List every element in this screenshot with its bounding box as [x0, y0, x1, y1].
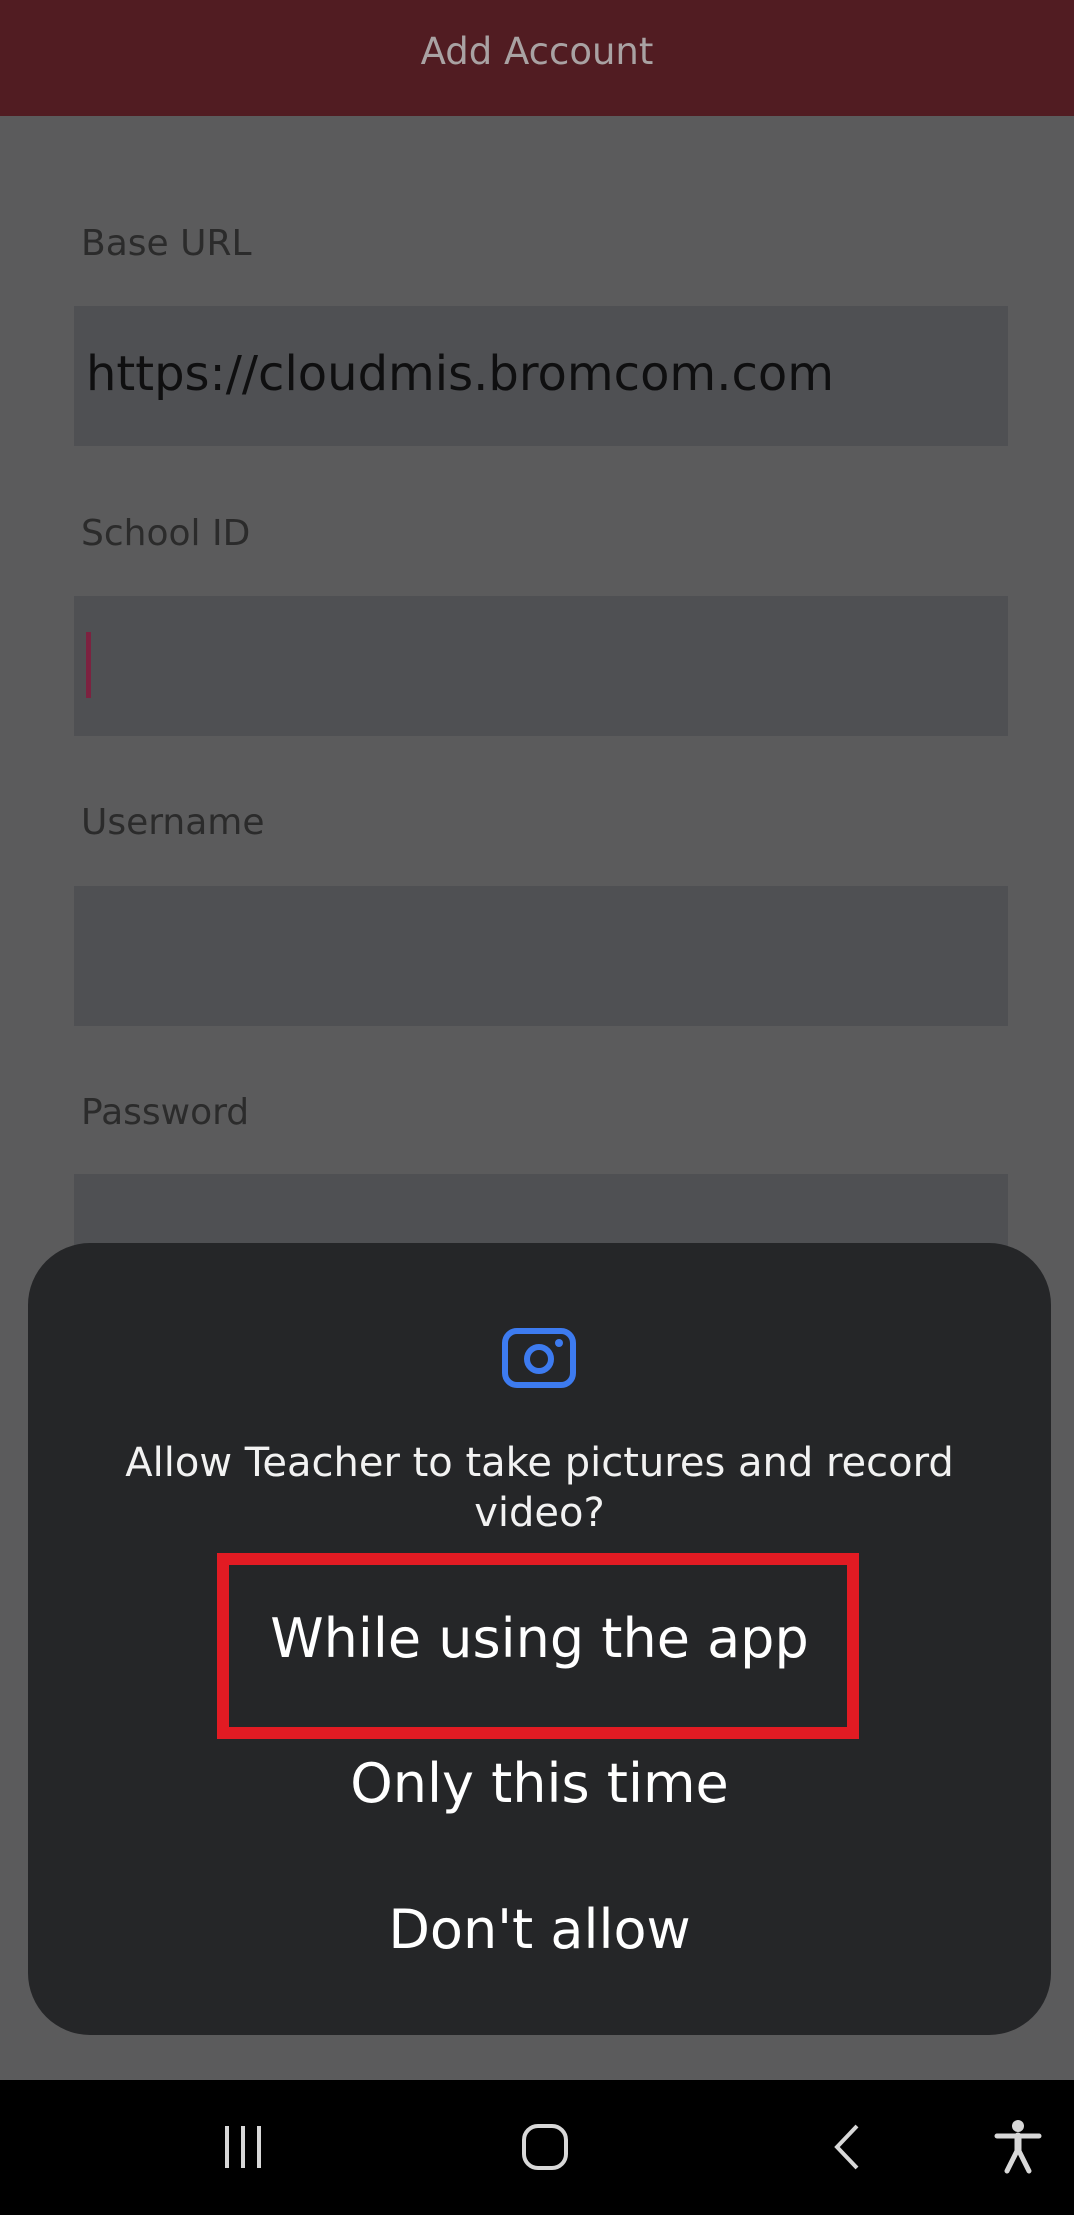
- navigation-bar: [0, 2080, 1074, 2215]
- accessibility-icon: [994, 2120, 1042, 2174]
- base-url-field[interactable]: https://cloudmis.bromcom.com: [74, 306, 1008, 446]
- school-id-field[interactable]: [74, 596, 1008, 736]
- home-button[interactable]: [505, 2110, 585, 2184]
- dialog-message: Allow Teacher to take pictures and recor…: [125, 1440, 954, 1536]
- school-id-label: School ID: [81, 513, 251, 554]
- permission-dialog: Allow Teacher to take pictures and recor…: [28, 1243, 1051, 2035]
- page-title: Add Account: [420, 29, 654, 73]
- home-icon: [522, 2124, 568, 2170]
- only-this-time-button[interactable]: Only this time: [28, 1749, 1051, 1819]
- base-url-label: Base URL: [81, 223, 252, 264]
- camera-icon: [502, 1328, 576, 1388]
- base-url-value: https://cloudmis.bromcom.com: [86, 346, 834, 402]
- app-bar: Add Account: [0, 0, 1074, 116]
- accessibility-button[interactable]: [978, 2110, 1058, 2184]
- back-icon: [834, 2124, 859, 2170]
- text-cursor: [86, 632, 91, 698]
- password-label: Password: [81, 1092, 250, 1133]
- username-label: Username: [81, 802, 265, 843]
- screen: Add Account Base URL https://cloudmis.br…: [0, 0, 1074, 2215]
- dont-allow-button[interactable]: Don't allow: [28, 1895, 1051, 1965]
- while-using-app-button[interactable]: While using the app: [28, 1604, 1051, 1674]
- username-field[interactable]: [74, 886, 1008, 1026]
- recent-apps-button[interactable]: [203, 2110, 283, 2184]
- back-button[interactable]: [808, 2110, 888, 2184]
- recent-apps-icon: [225, 2126, 261, 2168]
